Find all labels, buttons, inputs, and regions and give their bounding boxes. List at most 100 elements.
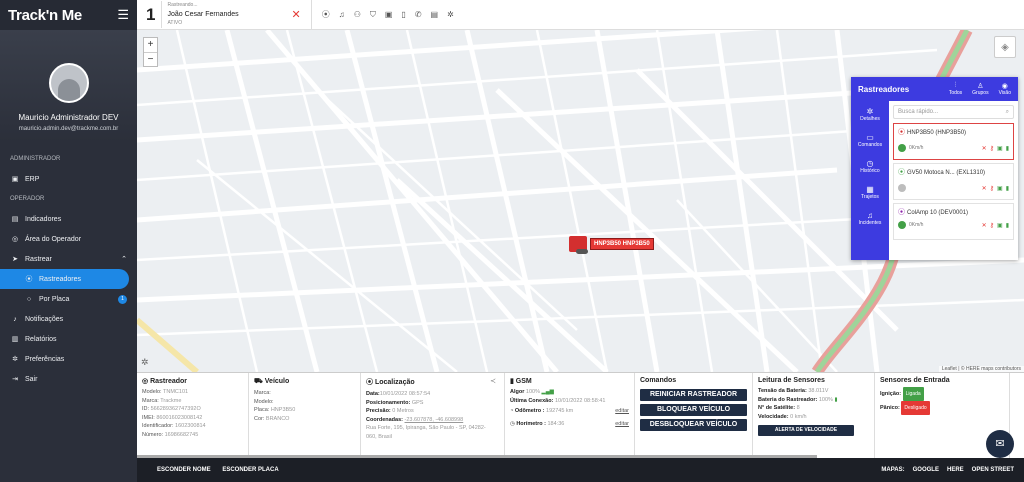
battery-icon[interactable]: ▮ [1006,145,1009,152]
side-detalhes[interactable]: ✲ Detalhes [851,101,889,127]
maps-label: MAPAS: [881,467,905,473]
key-icon[interactable]: ⚷ [990,222,994,229]
sidebar-item-sair[interactable]: ⇥ Sair [0,369,137,389]
signal-icon: ▂▄▆ [541,389,554,395]
avatar[interactable] [48,63,89,103]
details-bar: ◎ Rastreador Modelo: TNMC101 Marca: Trac… [137,372,1024,458]
settings-icon[interactable]: ✲ [447,10,454,19]
tracker-item[interactable]: ⦿ HNP3B50 (HNP3B50) 0Km/h ✕ ⚷ ▣ ▮ [893,123,1014,160]
close-icon[interactable]: ✕ [291,8,300,21]
sidebar-item-label: Área do Operador [25,235,82,243]
tab-grupos[interactable]: ♙ Grupos [972,82,988,96]
sidebar-item-preferencias[interactable]: ✲ Preferências [0,349,137,369]
layers-icon[interactable]: ◈ [994,36,1016,58]
section-title: Rastreador [150,378,188,385]
chart-icon[interactable]: ▤ [431,10,439,19]
phone-icon[interactable]: ✆ [415,10,422,19]
remove-icon[interactable]: ✕ [982,145,987,152]
side-trajetos[interactable]: ▦ Trajetos [851,179,889,205]
calendar-icon[interactable]: ▣ [997,145,1003,152]
chat-icon[interactable]: ✉ [986,430,1014,458]
remove-icon[interactable]: ✕ [982,185,987,192]
tracker-item[interactable]: ⦿ GV50 Motoca N... (EXL1310) ✕ ⚷ ▣ ▮ [893,163,1014,200]
panel-title: Rastreadores [858,84,910,94]
toolbar-icons: ⦿ ♫ ⚇ ⛉ ▣ ▯ ✆ ▤ ✲ [310,0,454,30]
sidebar-item-rastrear[interactable]: ➤ Rastrear ⌃ [0,249,137,269]
value: GPS [411,399,424,406]
battery-icon[interactable]: ▮ [1006,222,1009,229]
battery-icon: ▮ [834,396,838,403]
location-icon[interactable]: ⦿ [322,9,330,20]
side-comandos[interactable]: ▭ Comandos [851,127,889,153]
count-badge: 1 [118,294,127,304]
calendar-icon[interactable]: ▣ [997,185,1003,192]
sidebar-item-notificacoes[interactable]: ♪ Notificações [0,309,137,329]
user-email: mauricio.admin.dev@trackme.com.br [18,126,119,132]
share-icon[interactable]: ≺ [490,377,496,385]
bell-icon[interactable]: ♫ [339,10,345,19]
bell-icon: ♫ [867,210,873,220]
map-openstreet-button[interactable]: OPEN STREET [972,467,1014,473]
sidebar-item-por-placa[interactable]: ○ Por Placa 1 [0,289,137,309]
circle-icon: ○ [26,295,32,303]
shield-icon[interactable]: ⛉ [370,10,376,20]
block-vehicle-button[interactable]: BLOQUEAR VEÍCULO [640,404,747,416]
sidebar-item-label: Rastrear [25,255,52,263]
sidebar-item-label: Notificações [25,315,64,323]
key-icon[interactable]: ⚷ [990,185,994,192]
sidebar-item-label: Indicadores [25,215,62,223]
vehicle-label: HNP3B50 HNP3B50 [590,238,654,250]
search-input[interactable]: Busca rápido... ⌕ [893,105,1014,119]
value: 184:36 [547,420,565,427]
tracker-item[interactable]: ⦿ ColAmp 10 (DEV0001) 0Km/h ✕ ⚷ ▣ ▮ [893,203,1014,240]
map-settings-icon[interactable]: ✲ [141,357,149,368]
map-here-button[interactable]: HERE [947,467,964,473]
side-incidentes[interactable]: ♫ Incidentes [851,205,889,231]
key-icon[interactable]: ⚷ [990,145,994,152]
unblock-vehicle-button[interactable]: DESBLOQUEAR VEÍCULO [640,419,747,431]
value: 192745 km [546,408,574,414]
file-icon[interactable]: ▯ [401,10,405,19]
zoom-in-button[interactable]: + [144,38,157,52]
search-icon[interactable]: ⌕ [1006,109,1009,115]
tab-todos[interactable]: ⫶ Todos [949,82,962,96]
remove-icon[interactable]: ✕ [982,222,987,229]
value: 0 Metros [392,408,414,414]
sidebar-item-relatorios[interactable]: ▥ Relatórios [0,329,137,349]
section-admin: ADMINISTRADOR [10,156,61,162]
hide-plate-button[interactable]: ESCONDER PLACA [222,467,278,473]
hide-name-button[interactable]: ESCONDER NOME [157,467,211,473]
side-historico[interactable]: ◷ Histórico [851,153,889,179]
sidebar-item-indicadores[interactable]: ▤ Indicadores [0,209,137,229]
tab-label: Visão [998,90,1011,96]
speed-alert-button[interactable]: ALERTA DE VELOCIDADE [758,425,854,436]
sidebar-item-area[interactable]: ◎ Área do Operador [0,229,137,249]
status-dot [898,221,906,229]
tab-label: Grupos [972,90,989,96]
sidebar-item-rastreadores[interactable]: ⦿ Rastreadores [0,269,129,289]
map-icon: ▦ [866,184,874,194]
vehicle-marker[interactable]: HNP3B50 HNP3B50 [569,236,654,254]
id-card-icon[interactable]: ▣ [385,10,393,19]
hamburger-icon[interactable]: ☰ [117,7,129,23]
coordinates-link[interactable]: -23.607878, -46.608998 [405,417,464,423]
edit-link[interactable]: editar [615,407,629,416]
edit-link[interactable]: editar [615,420,629,429]
panel-side-nav: ✲ Detalhes ▭ Comandos ◷ Histórico ▦ Trajetos… [851,101,889,260]
user-icon: ♙ [977,83,984,90]
section-title: Localização [374,379,415,386]
map-google-button[interactable]: GOOGLE [913,467,939,473]
users-icon[interactable]: ⚇ [354,10,361,19]
rastreador-section: ◎ Rastreador Modelo: TNMC101 Marca: Trac… [137,373,249,458]
value: 860016023008142 [156,414,203,421]
truck-icon[interactable] [569,236,588,254]
calendar-icon[interactable]: ▣ [997,222,1003,229]
zoom-out-button[interactable]: − [144,52,157,66]
clock-icon: ◷ [866,158,874,168]
battery-icon[interactable]: ▮ [1006,185,1009,192]
tab-visao[interactable]: ◉ Visão [999,82,1011,96]
reboot-tracker-button[interactable]: REINICIAR RASTREADOR [640,389,747,401]
sidebar-item-erp[interactable]: ▣ ERP [0,169,137,189]
gear-icon: ✲ [12,356,18,363]
brand-bar: Track'n Me ☰ [0,0,137,30]
